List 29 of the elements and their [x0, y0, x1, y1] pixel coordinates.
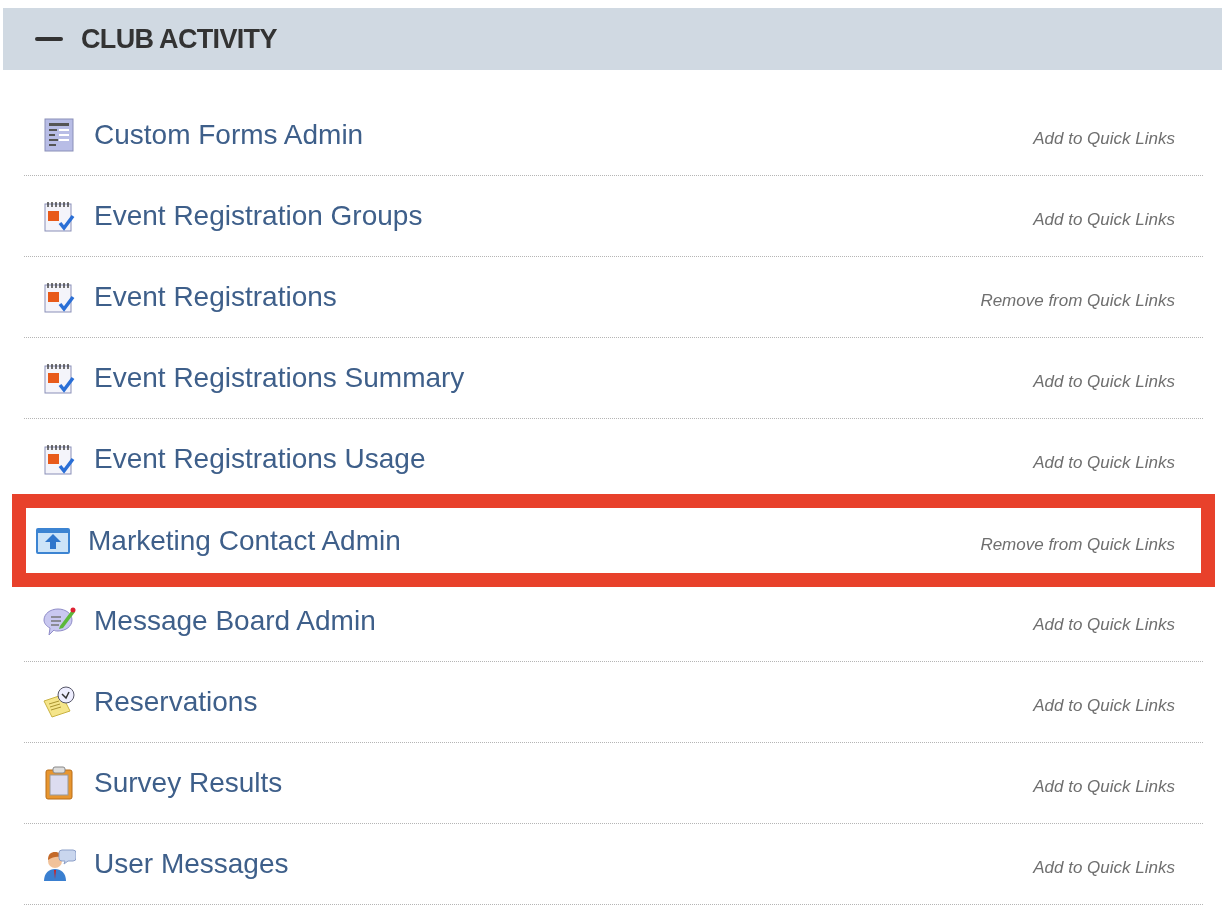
admin-link[interactable]: Event Registration Groups: [94, 195, 423, 237]
note-clock-icon: [42, 685, 76, 719]
quick-links-link[interactable]: Remove from Quick Links: [980, 288, 1175, 314]
quick-links-link[interactable]: Add to Quick Links: [1033, 450, 1175, 476]
form-icon: [42, 118, 76, 152]
calendar-icon: [42, 199, 76, 233]
quick-links-link[interactable]: Add to Quick Links: [1033, 693, 1175, 719]
quick-links-link[interactable]: Add to Quick Links: [1033, 612, 1175, 638]
quick-links-link[interactable]: Add to Quick Links: [1033, 774, 1175, 800]
admin-link[interactable]: Custom Forms Admin: [94, 114, 364, 156]
admin-link[interactable]: Event Registrations Summary: [94, 357, 465, 399]
admin-link[interactable]: Survey Results: [94, 762, 283, 804]
quick-links-link[interactable]: Add to Quick Links: [1033, 855, 1175, 881]
admin-link[interactable]: User Messages: [94, 843, 289, 885]
calendar-icon: [42, 361, 76, 395]
admin-link[interactable]: Event Registrations Usage: [94, 438, 426, 480]
calendar-icon: [42, 442, 76, 476]
calendar-icon: [42, 280, 76, 314]
quick-links-link[interactable]: Add to Quick Links: [1033, 369, 1175, 395]
section-title: CLUB ACTIVITY: [81, 22, 277, 56]
quick-links-link[interactable]: Add to Quick Links: [1033, 207, 1175, 233]
admin-link[interactable]: Message Board Admin: [94, 600, 376, 642]
clipboard-icon: [42, 766, 76, 800]
admin-link[interactable]: Marketing Contact Admin: [88, 519, 401, 562]
admin-link[interactable]: Reservations: [94, 681, 258, 723]
person-speech-icon: [42, 847, 76, 881]
admin-link[interactable]: Event Registrations: [94, 276, 337, 318]
quick-links-link[interactable]: Add to Quick Links: [1033, 126, 1175, 152]
quick-links-link[interactable]: Remove from Quick Links: [980, 531, 1175, 558]
